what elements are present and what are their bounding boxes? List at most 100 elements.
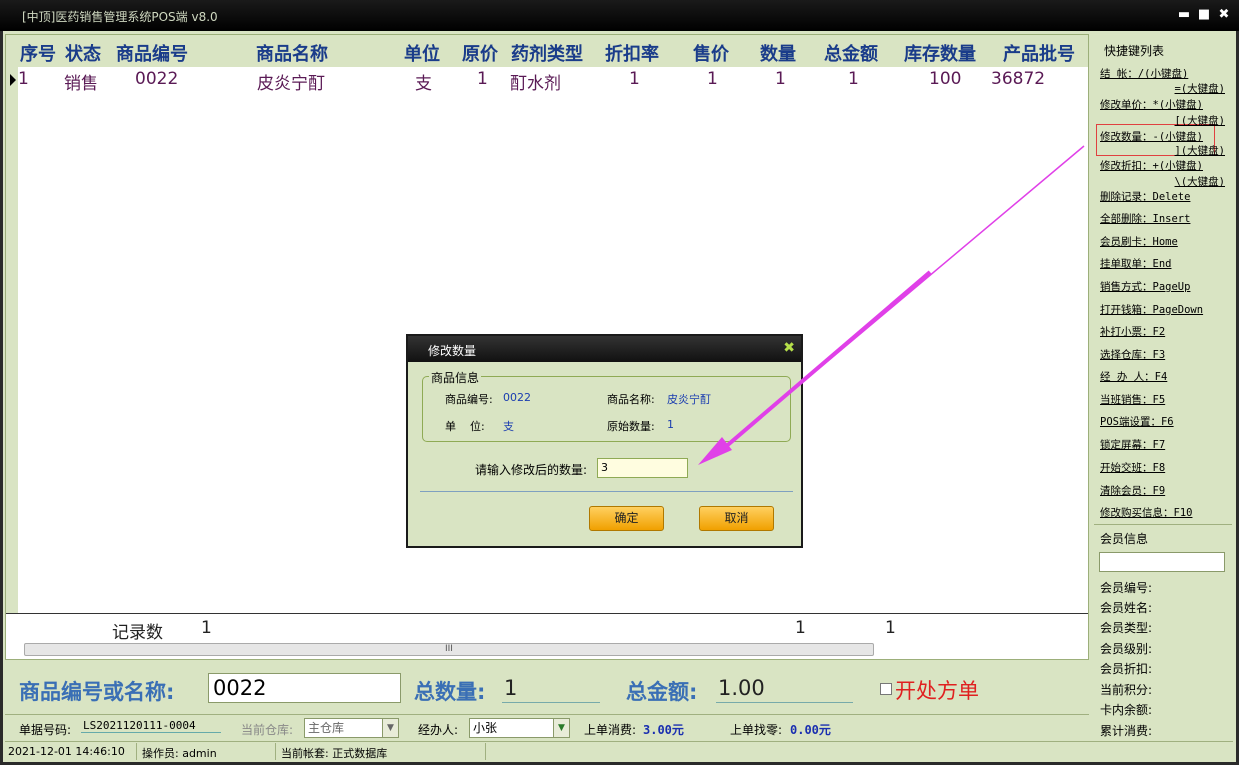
col-header-seq[interactable]: 序号 [20, 40, 56, 66]
bill-no-label: 单据号码: [19, 723, 72, 737]
col-header-unit[interactable]: 单位 [404, 40, 440, 66]
cell-qty: 1 [775, 69, 786, 89]
sidebar-divider [1094, 524, 1232, 525]
shortcut-checkout-alt[interactable]: =(大键盘) [1175, 81, 1225, 96]
dlg-unit-label: 单 位: [445, 420, 485, 433]
last-change-value: 0.00元 [790, 723, 831, 737]
cell-unit: 支 [415, 74, 432, 94]
handler-selected: 小张 [473, 721, 498, 735]
warehouse-select[interactable]: 主仓库 ▼ [304, 718, 399, 738]
col-header-status[interactable]: 状态 [65, 40, 101, 66]
status-divider [485, 743, 486, 760]
shortcut-checkout[interactable]: 结 帐：/(小键盘) [1100, 66, 1188, 81]
table-row[interactable]: 1 销售 0022 皮炎宁酊 支 1 酊水剂 1 1 1 1 100 36872 [6, 67, 1088, 94]
member-field-discount: 会员折扣: [1100, 662, 1153, 676]
col-header-price[interactable]: 售价 [693, 40, 729, 66]
close-button[interactable]: ✖ [1216, 7, 1232, 23]
product-info-group: 商品信息 商品编号: 0022 商品名称: 皮炎宁酊 单 位: 支 原始数量: … [422, 369, 791, 442]
shortcut-handover[interactable]: 开始交班：F8 [1100, 460, 1165, 475]
shortcut-edit-discount-alt[interactable]: \(大键盘) [1175, 174, 1225, 189]
cell-stock: 100 [929, 69, 962, 89]
dlg-code-label: 商品编号: [445, 393, 493, 406]
member-field-level: 会员级别: [1100, 642, 1153, 656]
grid-footer: 记录数 1 1 1 [6, 613, 1088, 643]
shortcut-hold-order[interactable]: 挂单取单：End [1100, 256, 1171, 271]
shortcut-warehouse[interactable]: 选择仓库：F3 [1100, 347, 1165, 362]
shortcut-edit-price[interactable]: 修改单价：*(小键盘) [1100, 97, 1203, 112]
minimize-button[interactable]: ▬ [1176, 7, 1192, 23]
status-datetime: 2021-12-01 14:46:10 [8, 745, 125, 758]
last-spend-value: 3.00元 [643, 723, 684, 737]
shortcut-reprint[interactable]: 补打小票：F2 [1100, 324, 1165, 339]
grid-header: 序号 状态 商品编号 商品名称 单位 原价 药剂类型 折扣率 售价 数量 总金额… [6, 35, 1088, 67]
member-field-type: 会员类型: [1100, 621, 1153, 635]
row-indicator-strip [6, 67, 18, 613]
dialog-title: 修改数量 [428, 344, 477, 358]
handler-label: 经办人: [418, 723, 459, 737]
shortcut-shift-sales[interactable]: 当班销售：F5 [1100, 392, 1165, 407]
title-bar: [中顶]医药销售管理系统POS端 v8.0 ▬ ■ ✖ [0, 0, 1239, 31]
col-header-orig-price[interactable]: 原价 [462, 40, 498, 66]
last-change-label: 上单找零: [730, 723, 783, 737]
shortcut-open-cashbox[interactable]: 打开钱箱：PageDown [1100, 302, 1203, 317]
status-account: 当前帐套: 正式数据库 [281, 747, 388, 760]
col-header-name[interactable]: 商品名称 [256, 40, 328, 66]
col-header-discount[interactable]: 折扣率 [605, 40, 659, 66]
cell-status: 销售 [64, 74, 98, 94]
member-field-name: 会员姓名: [1100, 601, 1153, 615]
shortcut-sidebar: 快捷键列表 结 帐：/(小键盘) =(大键盘) 修改单价：*(小键盘) [(大键… [1090, 34, 1233, 760]
shortcut-sale-mode[interactable]: 销售方式：PageUp [1100, 279, 1190, 294]
cell-code: 0022 [135, 69, 179, 89]
member-field-points: 当前积分: [1100, 683, 1153, 697]
handler-select[interactable]: 小张 ▼ [469, 718, 570, 738]
product-code-input[interactable]: 0022 [208, 673, 401, 703]
cancel-button[interactable]: 取消 [699, 506, 774, 531]
new-qty-label: 请输入修改后的数量: [475, 463, 588, 477]
shortcut-delete-all[interactable]: 全部删除：Insert [1100, 211, 1190, 226]
shortcut-delete-record[interactable]: 删除记录：Delete [1100, 189, 1190, 204]
prescription-checkbox[interactable] [880, 683, 892, 695]
shortcut-member-card[interactable]: 会员刷卡：Home [1100, 234, 1178, 249]
window-title: [中顶]医药销售管理系统POS端 v8.0 [22, 10, 218, 24]
status-divider [275, 743, 276, 760]
member-info-title: 会员信息 [1100, 532, 1149, 546]
total-amount-label: 总金额: [626, 680, 698, 704]
prescription-label[interactable]: 开处方单 [895, 675, 979, 705]
col-header-type[interactable]: 药剂类型 [511, 40, 583, 66]
shortcut-edit-qty-alt[interactable]: ](大键盘) [1175, 143, 1225, 158]
shortcut-edit-discount[interactable]: 修改折扣：+(小键盘) [1100, 158, 1203, 173]
shortcut-pos-settings[interactable]: POS端设置：F6 [1100, 414, 1174, 429]
col-header-code[interactable]: 商品编号 [116, 40, 188, 66]
cell-discount: 1 [629, 69, 640, 89]
dlg-name-label: 商品名称: [607, 393, 655, 406]
col-header-qty[interactable]: 数量 [760, 40, 796, 66]
ok-button[interactable]: 确定 [589, 506, 664, 531]
shortcut-handler[interactable]: 经 办 人：F4 [1100, 369, 1167, 384]
close-icon[interactable]: ✖ [783, 340, 795, 356]
warehouse-label: 当前仓库: [241, 723, 294, 737]
footer-amount-total: 1 [885, 618, 896, 638]
col-header-stock[interactable]: 库存数量 [904, 40, 976, 66]
col-header-amount[interactable]: 总金额 [824, 40, 878, 66]
product-info-title: 商品信息 [429, 369, 482, 386]
maximize-button[interactable]: ■ [1196, 7, 1212, 23]
scrollbar-grip-icon: III [445, 644, 453, 654]
entry-area: 商品编号或名称: 0022 总数量: 1 总金额: 1.00 开处方单 [5, 660, 1089, 716]
current-row-arrow-icon [10, 74, 16, 86]
last-spend-label: 上单消费: [584, 723, 637, 737]
shortcut-edit-qty[interactable]: 修改数量：-(小键盘) [1100, 129, 1203, 144]
cell-price: 1 [707, 69, 718, 89]
dialog-title-bar: 修改数量 ✖ [408, 336, 801, 362]
col-header-batch[interactable]: 产品批号 [1003, 40, 1075, 66]
member-search-input[interactable] [1099, 552, 1225, 572]
shortcut-edit-purchase[interactable]: 修改购买信息：F10 [1100, 505, 1192, 520]
dialog-divider [420, 491, 793, 492]
shortcut-lock-screen[interactable]: 锁定屏幕：F7 [1100, 437, 1165, 452]
shortcut-clear-member[interactable]: 清除会员：F9 [1100, 483, 1165, 498]
horizontal-scrollbar[interactable]: III [24, 643, 874, 656]
new-qty-input[interactable]: 3 [597, 458, 688, 478]
chevron-down-icon: ▼ [382, 719, 398, 737]
member-field-id: 会员编号: [1100, 581, 1153, 595]
dlg-name-value: 皮炎宁酊 [667, 393, 711, 406]
shortcut-edit-price-alt[interactable]: [(大键盘) [1175, 113, 1225, 128]
